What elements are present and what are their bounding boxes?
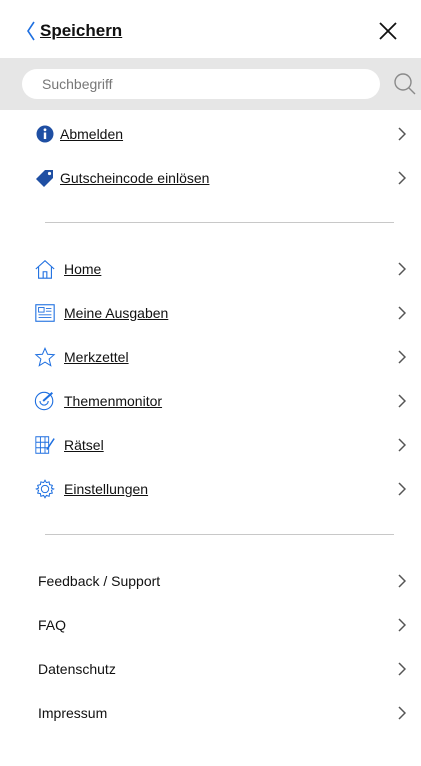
chevron-right-icon: [398, 127, 406, 141]
close-icon[interactable]: [377, 20, 399, 42]
menu-item-label: Themenmonitor: [64, 393, 163, 409]
chevron-right-icon: [398, 350, 406, 364]
menu-item-einstellungen[interactable]: Einstellungen: [0, 467, 421, 511]
menu-item-impressum[interactable]: Impressum: [0, 691, 421, 735]
section-divider: [45, 534, 394, 535]
search-input[interactable]: [22, 69, 380, 99]
puzzle-icon: [34, 434, 56, 456]
chevron-right-icon: [398, 262, 406, 276]
menu-item-faq[interactable]: FAQ: [0, 603, 421, 647]
menu-item-themenmonitor[interactable]: Themenmonitor: [0, 379, 421, 423]
gear-icon: [34, 478, 56, 500]
menu-item-abmelden[interactable]: Abmelden: [0, 112, 421, 156]
chevron-right-icon: [398, 574, 406, 588]
chevron-right-icon: [398, 706, 406, 720]
chevron-right-icon: [398, 306, 406, 320]
menu-item-label: Home: [64, 261, 102, 277]
menu-item-meine-ausgaben[interactable]: Meine Ausgaben: [0, 291, 421, 335]
menu-item-label: Datenschutz: [38, 661, 116, 677]
top-bar: Speichern: [0, 0, 421, 58]
tag-icon: [34, 167, 56, 189]
monitor-icon: [34, 390, 56, 412]
star-icon: [34, 346, 56, 368]
menu-item-label: Merkzettel: [64, 349, 129, 365]
menu-item-label: Gutscheincode einlösen: [60, 170, 210, 186]
menu-item-label: Abmelden: [60, 126, 124, 142]
menu-item-feedback-support[interactable]: Feedback / Support: [0, 559, 421, 603]
menu-item-home[interactable]: Home: [0, 247, 421, 291]
menu-item-label: Impressum: [38, 705, 108, 721]
search-bar: [0, 58, 421, 110]
section-divider: [45, 222, 394, 223]
chevron-right-icon: [398, 482, 406, 496]
newspaper-icon: [34, 302, 56, 324]
search-icon[interactable]: [393, 72, 417, 96]
menu-item-label: Meine Ausgaben: [64, 305, 169, 321]
chevron-right-icon: [398, 618, 406, 632]
back-button[interactable]: Speichern: [26, 20, 122, 42]
menu-item-datenschutz[interactable]: Datenschutz: [0, 647, 421, 691]
chevron-right-icon: [398, 662, 406, 676]
chevron-right-icon: [398, 438, 406, 452]
menu-item-gutscheincode[interactable]: Gutscheincode einlösen: [0, 156, 421, 200]
chevron-right-icon: [398, 171, 406, 185]
info-icon: [34, 123, 56, 145]
back-button-label: Speichern: [40, 21, 123, 40]
menu-item-label: Rätsel: [64, 437, 104, 453]
home-icon: [34, 258, 56, 280]
chevron-right-icon: [398, 394, 406, 408]
menu-item-label: FAQ: [38, 617, 67, 633]
menu-item-raetsel[interactable]: Rätsel: [0, 423, 421, 467]
menu-item-label: Feedback / Support: [38, 573, 161, 589]
chevron-left-icon: [27, 21, 35, 41]
menu-item-label: Einstellungen: [64, 481, 149, 497]
menu-item-merkzettel[interactable]: Merkzettel: [0, 335, 421, 379]
